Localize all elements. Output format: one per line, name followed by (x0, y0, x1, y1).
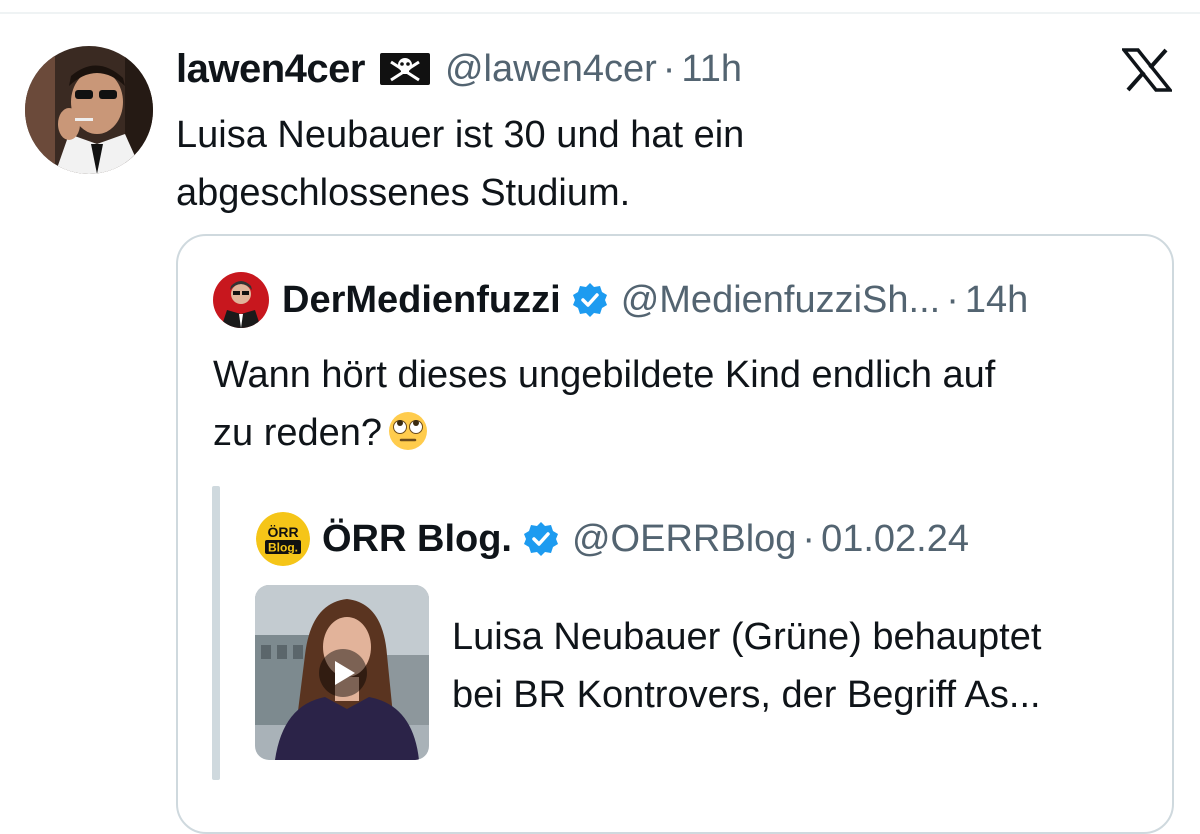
nested-text-line: Luisa Neubauer (Grüne) behauptet (452, 616, 1042, 658)
nested-avatar-text-bottom: Blog. (268, 541, 298, 555)
quoted-tweet-header: DerMedienfuzzi @MedienfuzziSh... · 14h (282, 275, 1028, 325)
author-name[interactable]: lawen4cer (176, 47, 365, 92)
top-divider (0, 12, 1200, 14)
quoted-author-handle[interactable]: @MedienfuzziSh... (621, 279, 941, 322)
tweet-header: lawen4cer @lawen4cer · 11h (176, 44, 742, 94)
nested-timestamp[interactable]: 01.02.24 (821, 518, 969, 561)
verified-badge-icon (571, 281, 609, 319)
separator-dot: · (946, 278, 959, 321)
tweet-text: Luisa Neubauer ist 30 und hat ein abgesc… (176, 106, 1076, 222)
timestamp[interactable]: 11h (681, 48, 742, 91)
nested-quote-rule (212, 486, 220, 780)
quoted-author-name[interactable]: DerMedienfuzzi (282, 279, 561, 322)
verified-badge-icon (522, 520, 560, 558)
pirate-flag-icon (379, 52, 431, 86)
quoted-text-line: zu reden? (213, 412, 383, 454)
nested-tweet-header: ÖRR Blog. @OERRBlog · 01.02.24 (322, 514, 969, 564)
author-handle[interactable]: @lawen4cer (445, 48, 657, 91)
nested-author-avatar[interactable]: ÖRR Blog. (256, 512, 310, 566)
x-logo-icon (1120, 48, 1174, 92)
separator-dot: · (662, 47, 676, 90)
separator-dot: · (802, 517, 816, 560)
quoted-text-line: Wann hört dieses ungebildete Kind endlic… (213, 354, 996, 396)
nested-avatar-text-top: ÖRR (267, 524, 298, 540)
eye-roll-emoji-icon (388, 410, 428, 450)
tweet-text-line: Luisa Neubauer ist 30 und hat ein (176, 114, 745, 156)
nested-tweet-text: Luisa Neubauer (Grüne) behauptet bei BR … (452, 608, 1152, 724)
nested-author-name[interactable]: ÖRR Blog. (322, 518, 512, 561)
nested-text-line: bei BR Kontrovers, der Begriff As... (452, 674, 1041, 716)
nested-author-handle[interactable]: @OERRBlog (572, 518, 796, 561)
quoted-text-line-2: zu reden? (213, 404, 1143, 462)
author-avatar[interactable] (25, 46, 153, 174)
quoted-timestamp[interactable]: 14h (965, 279, 1028, 322)
video-thumbnail[interactable] (255, 585, 429, 760)
tweet-text-line: abgeschlossenes Studium. (176, 172, 631, 214)
quoted-tweet-text: Wann hört dieses ungebildete Kind endlic… (213, 346, 1143, 462)
quoted-author-avatar[interactable] (213, 272, 269, 328)
